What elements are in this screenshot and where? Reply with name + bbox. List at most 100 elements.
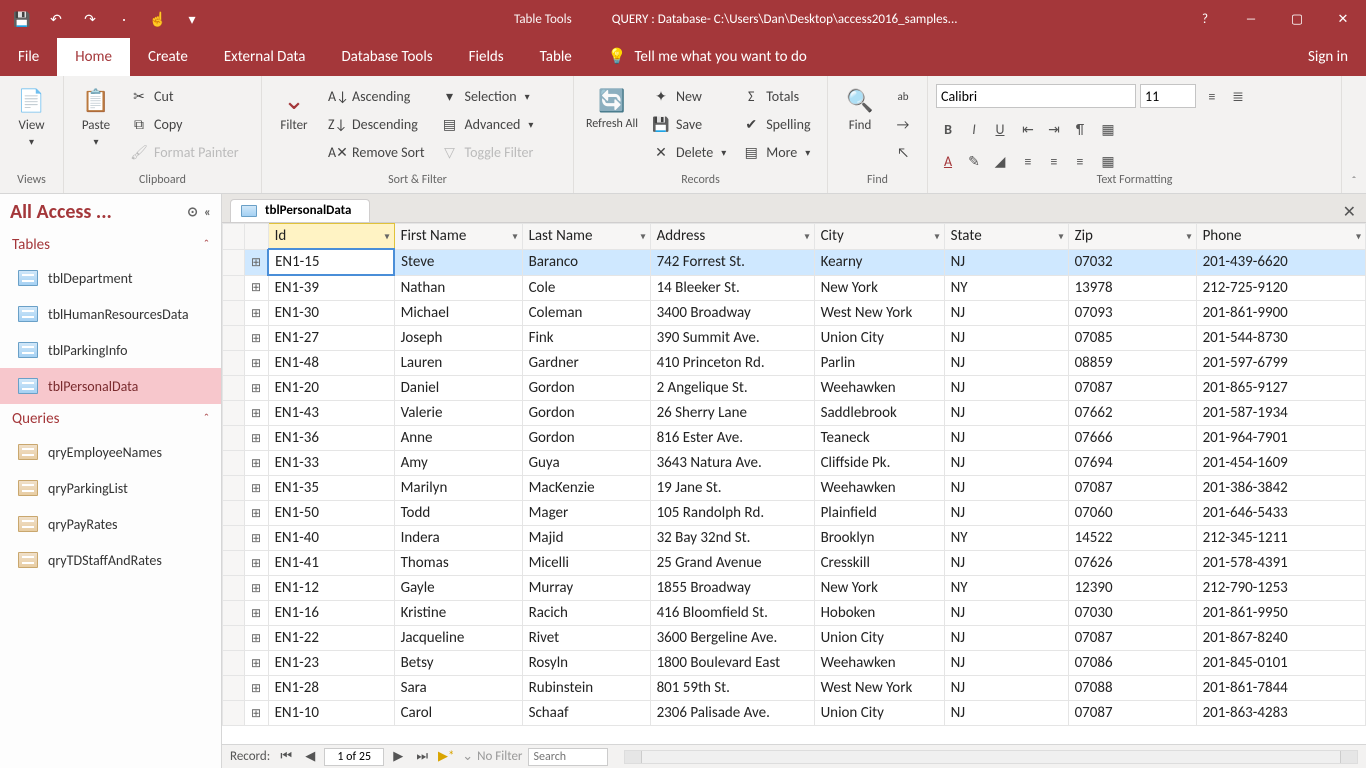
row-selector[interactable] bbox=[223, 249, 245, 275]
table-cell[interactable]: 201-544-8730 bbox=[1196, 326, 1365, 351]
table-row[interactable]: ⊞EN1-50ToddMager105 Randolph Rd.Plainfie… bbox=[223, 501, 1366, 526]
descending-button[interactable]: Z↓Descending bbox=[322, 112, 431, 136]
table-cell[interactable]: Gordon bbox=[522, 401, 650, 426]
table-row[interactable]: ⊞EN1-28SaraRubinstein801 59th St.West Ne… bbox=[223, 676, 1366, 701]
table-cell[interactable]: Mager bbox=[522, 501, 650, 526]
table-cell[interactable]: NJ bbox=[944, 376, 1068, 401]
expand-row-icon[interactable]: ⊞ bbox=[245, 301, 269, 326]
table-cell[interactable]: EN1-16 bbox=[268, 601, 394, 626]
row-selector[interactable] bbox=[223, 326, 245, 351]
table-cell[interactable]: EN1-33 bbox=[268, 451, 394, 476]
decrease-indent-icon[interactable]: ⇤ bbox=[1016, 118, 1040, 140]
column-filter-icon[interactable]: ▾ bbox=[1059, 230, 1064, 243]
increase-indent-icon[interactable]: ⇥ bbox=[1042, 118, 1066, 140]
minimize-icon[interactable]: ― bbox=[1228, 0, 1274, 38]
nav-query-item[interactable]: qryTDStaffAndRates bbox=[0, 542, 221, 578]
table-cell[interactable]: 742 Forrest St. bbox=[650, 249, 814, 275]
table-cell[interactable]: NJ bbox=[944, 401, 1068, 426]
table-cell[interactable]: Gardner bbox=[522, 351, 650, 376]
nav-query-item[interactable]: qryParkingList bbox=[0, 470, 221, 506]
table-cell[interactable]: 201-863-4283 bbox=[1196, 701, 1365, 726]
table-cell[interactable]: New York bbox=[814, 275, 944, 301]
table-cell[interactable]: 212-345-1211 bbox=[1196, 526, 1365, 551]
tab-external-data[interactable]: External Data bbox=[206, 38, 324, 76]
table-cell[interactable]: EN1-28 bbox=[268, 676, 394, 701]
refresh-all-button[interactable]: 🔄 Refresh All bbox=[582, 80, 642, 135]
table-cell[interactable]: Rubinstein bbox=[522, 676, 650, 701]
tab-home[interactable]: Home bbox=[57, 38, 130, 76]
table-cell[interactable]: Nathan bbox=[394, 275, 522, 301]
table-cell[interactable]: 13978 bbox=[1068, 275, 1196, 301]
new-button[interactable]: ✦New bbox=[646, 84, 732, 108]
table-cell[interactable]: Michael bbox=[394, 301, 522, 326]
expand-row-icon[interactable]: ⊞ bbox=[245, 626, 269, 651]
table-cell[interactable]: 08859 bbox=[1068, 351, 1196, 376]
nav-table-item[interactable]: tblPersonalData bbox=[0, 368, 221, 404]
first-record-icon[interactable]: ⏮ bbox=[276, 749, 296, 764]
table-cell[interactable]: NJ bbox=[944, 249, 1068, 275]
table-cell[interactable]: 07626 bbox=[1068, 551, 1196, 576]
row-selector[interactable] bbox=[223, 351, 245, 376]
row-selector[interactable] bbox=[223, 676, 245, 701]
document-tab[interactable]: tblPersonalData bbox=[230, 199, 370, 222]
save-record-button[interactable]: 💾Save bbox=[646, 112, 732, 136]
table-cell[interactable]: Marilyn bbox=[394, 476, 522, 501]
column-header[interactable]: Phone▾ bbox=[1196, 224, 1365, 250]
table-cell[interactable]: 2 Angelique St. bbox=[650, 376, 814, 401]
table-cell[interactable]: 07662 bbox=[1068, 401, 1196, 426]
column-filter-icon[interactable]: ▾ bbox=[513, 230, 518, 243]
table-cell[interactable]: 1855 Broadway bbox=[650, 576, 814, 601]
table-cell[interactable]: EN1-43 bbox=[268, 401, 394, 426]
horizontal-scrollbar[interactable] bbox=[624, 750, 1358, 764]
column-filter-icon[interactable]: ▾ bbox=[805, 230, 810, 243]
table-row[interactable]: ⊞EN1-40InderaMajid32 Bay 32nd St.Brookly… bbox=[223, 526, 1366, 551]
table-cell[interactable]: Cole bbox=[522, 275, 650, 301]
table-cell[interactable]: 212-790-1253 bbox=[1196, 576, 1365, 601]
expand-row-icon[interactable]: ⊞ bbox=[245, 401, 269, 426]
expand-row-icon[interactable]: ⊞ bbox=[245, 576, 269, 601]
collapse-ribbon-icon[interactable]: ˆ bbox=[1342, 76, 1366, 193]
expand-row-icon[interactable]: ⊞ bbox=[245, 451, 269, 476]
table-cell[interactable]: Guya bbox=[522, 451, 650, 476]
column-filter-icon[interactable]: ▾ bbox=[641, 230, 646, 243]
table-cell[interactable]: Lauren bbox=[394, 351, 522, 376]
table-cell[interactable]: 3400 Broadway bbox=[650, 301, 814, 326]
table-cell[interactable]: NJ bbox=[944, 701, 1068, 726]
column-header[interactable]: Last Name▾ bbox=[522, 224, 650, 250]
nav-table-item[interactable]: tblDepartment bbox=[0, 260, 221, 296]
table-row[interactable]: ⊞EN1-36AnneGordon816 Ester Ave.TeaneckNJ… bbox=[223, 426, 1366, 451]
table-cell[interactable]: EN1-22 bbox=[268, 626, 394, 651]
table-row[interactable]: ⊞EN1-35MarilynMacKenzie19 Jane St.Weehaw… bbox=[223, 476, 1366, 501]
table-cell[interactable]: 816 Ester Ave. bbox=[650, 426, 814, 451]
more-button[interactable]: ▤More▾ bbox=[736, 140, 816, 164]
next-record-icon[interactable]: ▶ bbox=[388, 749, 408, 764]
table-cell[interactable]: 19 Jane St. bbox=[650, 476, 814, 501]
table-cell[interactable]: 14522 bbox=[1068, 526, 1196, 551]
row-selector[interactable] bbox=[223, 301, 245, 326]
expand-row-icon[interactable]: ⊞ bbox=[245, 326, 269, 351]
table-cell[interactable]: EN1-40 bbox=[268, 526, 394, 551]
filter-button[interactable]: ⌄ Filter bbox=[270, 80, 318, 137]
table-cell[interactable]: EN1-36 bbox=[268, 426, 394, 451]
table-cell[interactable]: Gordon bbox=[522, 376, 650, 401]
tab-create[interactable]: Create bbox=[130, 38, 206, 76]
table-cell[interactable]: Weehawken bbox=[814, 376, 944, 401]
table-cell[interactable]: 07087 bbox=[1068, 376, 1196, 401]
table-cell[interactable]: Union City bbox=[814, 701, 944, 726]
table-cell[interactable]: Micelli bbox=[522, 551, 650, 576]
table-cell[interactable]: 201-597-6799 bbox=[1196, 351, 1365, 376]
table-cell[interactable]: EN1-35 bbox=[268, 476, 394, 501]
nav-query-item[interactable]: qryEmployeeNames bbox=[0, 434, 221, 470]
table-row[interactable]: ⊞EN1-30MichaelColeman3400 BroadwayWest N… bbox=[223, 301, 1366, 326]
font-size-select[interactable] bbox=[1140, 84, 1196, 108]
expand-row-icon[interactable]: ⊞ bbox=[245, 501, 269, 526]
table-cell[interactable]: 201-867-8240 bbox=[1196, 626, 1365, 651]
table-cell[interactable]: Weehawken bbox=[814, 476, 944, 501]
table-cell[interactable]: 201-845-0101 bbox=[1196, 651, 1365, 676]
column-header[interactable]: First Name▾ bbox=[394, 224, 522, 250]
table-cell[interactable]: 201-646-5433 bbox=[1196, 501, 1365, 526]
maximize-icon[interactable]: ▢ bbox=[1274, 0, 1320, 38]
table-cell[interactable]: Betsy bbox=[394, 651, 522, 676]
table-cell[interactable]: Gayle bbox=[394, 576, 522, 601]
gridlines-icon[interactable]: ▦ bbox=[1096, 118, 1120, 140]
